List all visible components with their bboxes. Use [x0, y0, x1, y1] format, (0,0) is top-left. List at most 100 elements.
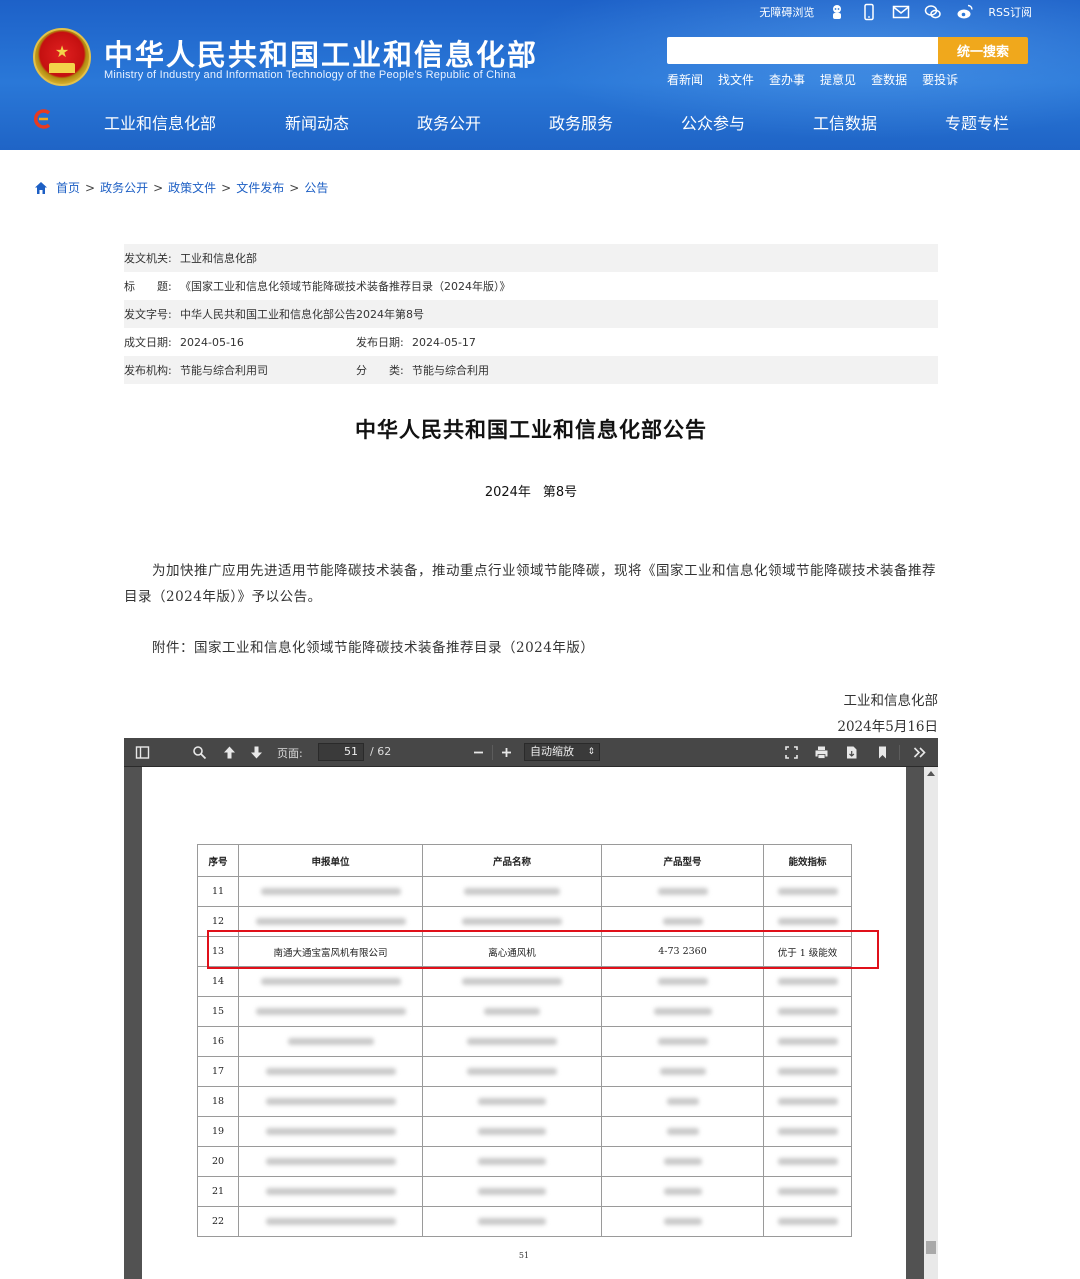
quick-link-files[interactable]: 找文件	[718, 71, 754, 88]
blurred-cell	[763, 1056, 852, 1087]
nav-item-topics[interactable]: 专题专栏	[945, 110, 1009, 134]
zoom-out-icon[interactable]	[470, 744, 487, 761]
document-year: 2024年	[484, 485, 531, 500]
blurred-cell	[601, 876, 764, 907]
pdf-page-footer-number: 51	[518, 1251, 530, 1260]
breadcrumb-policy-docs[interactable]: 政策文件	[168, 179, 216, 196]
blurred-cell	[601, 1026, 764, 1057]
row-number: 19	[197, 1116, 239, 1147]
blurred-cell	[763, 906, 852, 937]
meta-label: 发布机构:	[124, 364, 172, 377]
pdf-canvas[interactable]: 序号 申报单位 产品名称 产品型号 能效指标 11 12 13 南通大通宝富风机…	[124, 767, 924, 1279]
breadcrumb-doc-release[interactable]: 文件发布	[236, 179, 284, 196]
column-header-efficiency: 能效指标	[763, 844, 852, 877]
nav-item-news[interactable]: 新闻动态	[285, 110, 349, 134]
meta-cell: 分 类: 节能与综合利用	[356, 362, 489, 378]
select-caret-icon: ⇕	[587, 747, 595, 757]
table-row: 19	[197, 1116, 852, 1147]
blurred-cell	[238, 966, 423, 997]
download-icon[interactable]	[843, 744, 860, 761]
table-row: 12	[197, 906, 852, 937]
blurred-cell	[601, 1056, 764, 1087]
cell-product: 离心通风机	[422, 936, 602, 967]
mobile-icon[interactable]	[860, 3, 878, 21]
table-row: 17	[197, 1056, 852, 1087]
blurred-cell	[422, 1056, 602, 1087]
table-header-row: 序号 申报单位 产品名称 产品型号 能效指标	[197, 844, 852, 877]
breadcrumb-announcement[interactable]: 公告	[304, 179, 328, 196]
meta-org: 节能与综合利用司	[180, 364, 268, 377]
site-header: ★ 中华人民共和国工业和信息化部 Ministry of Industry an…	[0, 0, 1080, 150]
nav-item-data[interactable]: 工信数据	[813, 110, 877, 134]
presentation-mode-icon[interactable]	[783, 744, 800, 761]
meta-issuer: 工业和信息化部	[180, 252, 257, 265]
next-page-icon[interactable]	[248, 744, 265, 761]
nav-item-public[interactable]: 公众参与	[681, 110, 745, 134]
search-input[interactable]	[667, 37, 939, 64]
mail-icon[interactable]	[892, 3, 910, 21]
nav-item-ministry[interactable]: 工业和信息化部	[104, 110, 216, 134]
meta-row-org: 发布机构: 节能与综合利用司 分 类: 节能与综合利用	[124, 356, 938, 384]
breadcrumb-separator: >	[85, 180, 96, 195]
table-row: 18	[197, 1086, 852, 1117]
quick-link-data[interactable]: 查数据	[871, 71, 907, 88]
bookmark-icon[interactable]	[874, 744, 891, 761]
zoom-select[interactable]: 自动缩放 ⇕	[524, 743, 600, 761]
quick-link-news[interactable]: 看新闻	[667, 71, 703, 88]
site-title[interactable]: 中华人民共和国工业和信息化部	[104, 32, 538, 74]
quick-link-services[interactable]: 查办事	[769, 71, 805, 88]
cell-model: 4-73 2360	[601, 936, 764, 967]
breadcrumb-home[interactable]: 首页	[56, 179, 80, 196]
zoom-value: 自动缩放	[530, 745, 574, 758]
wechat-icon[interactable]	[924, 3, 942, 21]
page-label: 页面:	[277, 747, 303, 760]
meta-row-title: 标 题: 《国家工业和信息化领域节能降碳技术装备推荐目录（2024年版）》	[124, 272, 938, 300]
robot-assistant-icon[interactable]	[828, 3, 846, 21]
meta-label: 成文日期:	[124, 336, 172, 349]
blurred-cell	[763, 996, 852, 1027]
tools-menu-icon[interactable]	[911, 744, 928, 761]
blurred-cell	[238, 996, 423, 1027]
blurred-cell	[763, 876, 852, 907]
breadcrumb-gov-affairs[interactable]: 政务公开	[100, 179, 148, 196]
sidebar-toggle-icon[interactable]	[134, 744, 151, 761]
meta-row-docno: 发文字号: 中华人民共和国工业和信息化部公告2024年第8号	[124, 300, 938, 328]
scrollbar-thumb[interactable]	[926, 1241, 936, 1254]
blurred-cell	[422, 876, 602, 907]
quick-link-feedback[interactable]: 提意见	[820, 71, 856, 88]
print-icon[interactable]	[813, 744, 830, 761]
weibo-icon[interactable]	[956, 3, 974, 21]
scroll-up-arrow-icon[interactable]	[927, 771, 935, 776]
blurred-cell	[422, 996, 602, 1027]
unified-search-button[interactable]: 统一搜索	[938, 37, 1028, 64]
page-number-input[interactable]: 51	[318, 743, 364, 761]
row-number: 18	[197, 1086, 239, 1117]
table-row-highlighted: 13 南通大通宝富风机有限公司 离心通风机 4-73 2360 优于 1 级能效	[197, 936, 852, 967]
national-emblem-icon[interactable]: ★	[33, 28, 91, 86]
breadcrumb-separator: >	[153, 180, 164, 195]
document-attachment[interactable]: 附件：国家工业和信息化领域节能降碳技术装备推荐目录（2024年版）	[152, 636, 594, 656]
accessibility-link[interactable]: 无障碍浏览	[759, 4, 814, 20]
zoom-in-icon[interactable]	[498, 744, 515, 761]
nav-item-gov-services[interactable]: 政务服务	[549, 110, 613, 134]
blurred-cell	[763, 1086, 852, 1117]
miit-logo-icon[interactable]	[32, 108, 54, 130]
blurred-cell	[422, 1026, 602, 1057]
total-pages: / 62	[370, 745, 392, 758]
row-number: 13	[197, 936, 239, 967]
rss-link[interactable]: RSS订阅	[988, 4, 1032, 20]
previous-page-icon[interactable]	[221, 744, 238, 761]
blurred-cell	[763, 1176, 852, 1207]
table-row: 14	[197, 966, 852, 997]
find-icon[interactable]	[191, 744, 208, 761]
column-header-model: 产品型号	[601, 844, 764, 877]
table-row: 11	[197, 876, 852, 907]
meta-category: 节能与综合利用	[412, 364, 489, 377]
toolbar-divider	[492, 745, 493, 760]
pdf-scrollbar[interactable]	[924, 767, 938, 1279]
meta-row-issuer: 发文机关: 工业和信息化部	[124, 244, 938, 272]
nav-item-gov-affairs[interactable]: 政务公开	[417, 110, 481, 134]
home-icon[interactable]	[34, 181, 48, 195]
blurred-cell	[422, 1086, 602, 1117]
quick-link-complaint[interactable]: 要投诉	[922, 71, 958, 88]
